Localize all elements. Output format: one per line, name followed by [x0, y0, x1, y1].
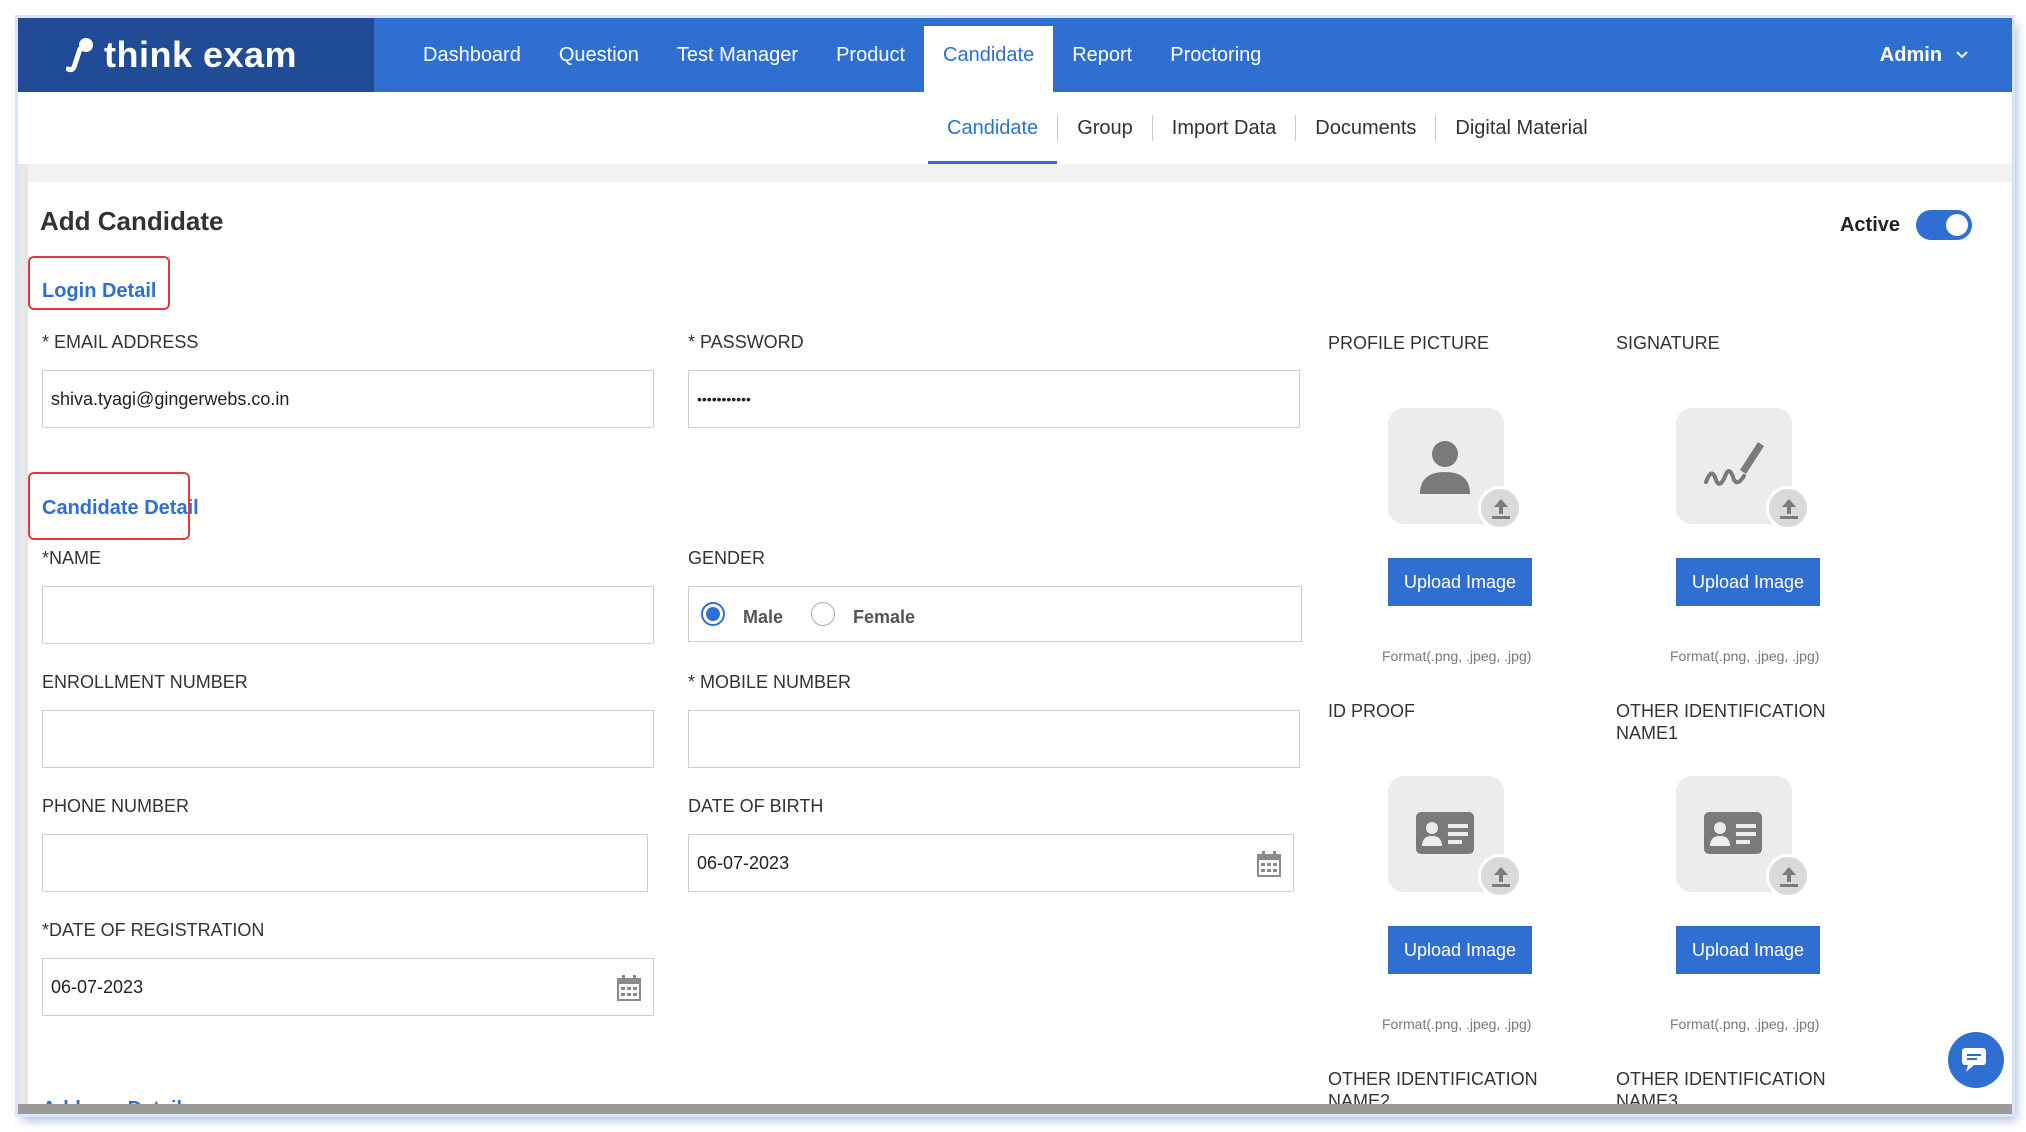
content-left-border	[18, 164, 28, 1114]
gender-female-label: Female	[853, 606, 916, 627]
id-card-icon	[1704, 812, 1762, 854]
top-navbar: think exam Dashboard Question Test Manag…	[18, 18, 2012, 92]
user-name: Admin	[1879, 43, 1942, 66]
status-label: Active	[1839, 213, 1900, 236]
profile-picture-label: PROFILE PICTURE	[1328, 333, 1490, 353]
upload-profile-picture-button[interactable]: Upload Image	[1388, 558, 1532, 606]
phone-label: PHONE NUMBER	[42, 796, 190, 816]
nav-test-manager[interactable]: Test Manager	[658, 18, 817, 92]
radio-unchecked-icon	[811, 602, 836, 626]
password-label: * PASSWORD	[688, 332, 804, 352]
main-nav: Dashboard Question Test Manager Product …	[404, 18, 1280, 92]
chat-icon	[1962, 1048, 1986, 1072]
content-top-border	[18, 164, 2012, 182]
other-id-1-label: OTHER IDENTIFICATION NAME1	[1616, 701, 1826, 743]
brand-logo[interactable]: think exam	[18, 18, 374, 92]
format-hint: Format(.png, .jpeg, .jpg)	[1382, 648, 1532, 664]
gender-radio-group: Male Female	[688, 586, 1302, 642]
calendar-icon[interactable]	[617, 975, 641, 1001]
gender-male-label: Male	[743, 606, 784, 627]
enrollment-label: ENROLLMENT NUMBER	[42, 672, 248, 692]
status-toggle-group: Active	[1840, 210, 1972, 240]
brand-name: think exam	[104, 34, 298, 75]
password-value: •••••••••••	[697, 391, 751, 407]
nav-product[interactable]: Product	[817, 18, 924, 92]
mobile-field[interactable]	[688, 710, 1300, 768]
gender-female-radio[interactable]: Female	[811, 601, 915, 628]
active-toggle[interactable]	[1916, 210, 1972, 240]
candidate-detail-title: Candidate Detail	[42, 497, 199, 519]
upload-id-proof-button[interactable]: Upload Image	[1388, 926, 1532, 974]
chat-button[interactable]	[1948, 1032, 2004, 1088]
format-hint: Format(.png, .jpeg, .jpg)	[1382, 1016, 1532, 1032]
name-label: *NAME	[42, 548, 102, 568]
user-avatar-icon	[1420, 441, 1470, 494]
upload-icon[interactable]	[1766, 854, 1810, 898]
app-window: think exam Dashboard Question Test Manag…	[18, 18, 2012, 1114]
phone-field[interactable]	[42, 834, 648, 892]
sub-navbar: Candidate Group Import Data Documents Di…	[18, 92, 2012, 164]
email-field[interactable]	[42, 370, 654, 428]
subtab-documents[interactable]: Documents	[1296, 92, 1435, 164]
mobile-label: * MOBILE NUMBER	[688, 672, 852, 692]
dob-field[interactable]: 06-07-2023	[688, 834, 1294, 892]
dob-label: DATE OF BIRTH	[688, 796, 824, 816]
radio-checked-icon	[701, 602, 725, 626]
upload-icon[interactable]	[1478, 486, 1522, 530]
nav-question[interactable]: Question	[540, 18, 658, 92]
gender-male-radio[interactable]: Male	[701, 601, 783, 628]
subtab-import-data[interactable]: Import Data	[1153, 92, 1295, 164]
subtab-candidate[interactable]: Candidate	[928, 92, 1058, 164]
nav-dashboard[interactable]: Dashboard	[404, 18, 540, 92]
nav-report[interactable]: Report	[1053, 18, 1151, 92]
signature-pen-icon	[1704, 442, 1764, 486]
upload-other-id-1-button[interactable]: Upload Image	[1676, 926, 1820, 974]
upload-signature-button[interactable]: Upload Image	[1676, 558, 1820, 606]
logo-mark-icon	[65, 37, 96, 73]
upload-icon[interactable]	[1766, 486, 1810, 530]
format-hint: Format(.png, .jpeg, .jpg)	[1670, 648, 1820, 664]
registration-label: *DATE OF REGISTRATION	[42, 920, 265, 940]
gender-label: GENDER	[688, 548, 766, 568]
login-detail-title: Login Detail	[42, 280, 157, 302]
subtab-digital-material[interactable]: Digital Material	[1436, 92, 1606, 164]
bottom-scroll-edge	[18, 1104, 2012, 1114]
format-hint: Format(.png, .jpeg, .jpg)	[1670, 1016, 1820, 1032]
calendar-icon[interactable]	[1257, 851, 1281, 877]
nav-candidate[interactable]: Candidate	[924, 26, 1054, 92]
name-field[interactable]	[42, 586, 654, 644]
id-proof-label: ID PROOF	[1328, 701, 1416, 721]
subtab-group[interactable]: Group	[1058, 92, 1152, 164]
id-card-icon	[1416, 812, 1474, 854]
page-title: Add Candidate	[40, 206, 224, 236]
upload-icon[interactable]	[1478, 854, 1522, 898]
chevron-down-icon	[1956, 51, 1968, 59]
user-menu[interactable]: Admin	[1880, 18, 1970, 92]
signature-label: SIGNATURE	[1616, 333, 1720, 353]
registration-field[interactable]: 06-07-2023	[42, 958, 654, 1016]
dob-value: 06-07-2023	[697, 852, 790, 873]
enrollment-field[interactable]	[42, 710, 654, 768]
password-field[interactable]: •••••••••••	[688, 370, 1300, 428]
email-input[interactable]	[51, 388, 653, 410]
email-label: * EMAIL ADDRESS	[42, 332, 199, 352]
registration-value: 06-07-2023	[51, 976, 144, 997]
nav-proctoring[interactable]: Proctoring	[1151, 18, 1280, 92]
